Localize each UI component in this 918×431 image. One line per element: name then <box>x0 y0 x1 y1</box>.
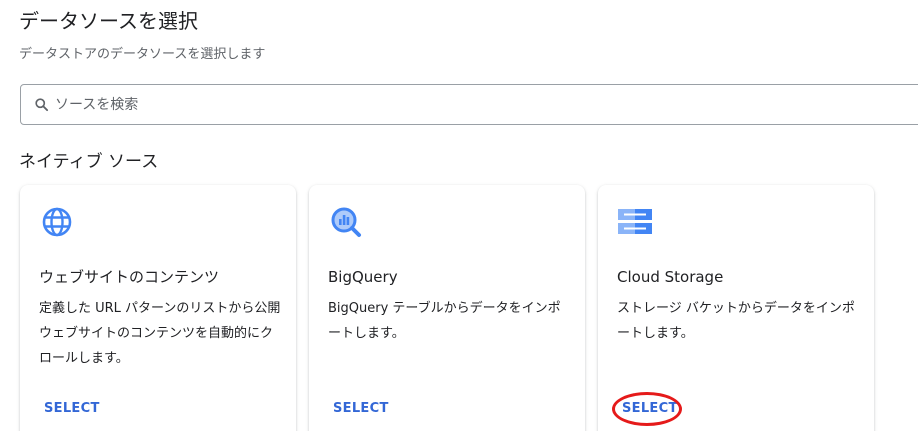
bigquery-card[interactable]: BigQuery BigQuery テーブルからデータをインポートします。 SE… <box>309 185 585 431</box>
cloud-storage-card[interactable]: Cloud Storage ストレージ バケットからデータをインポートします。 … <box>598 185 874 431</box>
card-title: Cloud Storage <box>617 268 724 286</box>
select-bigquery-button[interactable]: SELECT <box>333 399 389 419</box>
section-title: ネイティブ ソース <box>19 152 159 172</box>
search-icon <box>33 97 49 113</box>
search-input[interactable] <box>53 95 857 114</box>
card-title: ウェブサイトのコンテンツ <box>39 268 220 286</box>
card-title: BigQuery <box>328 268 398 286</box>
website-content-card[interactable]: ウェブサイトのコンテンツ 定義した URL パターンのリストから公開ウェブサイト… <box>20 185 296 431</box>
card-description: 定義した URL パターンのリストから公開ウェブサイトのコンテンツを自動的にクロ… <box>39 301 281 366</box>
card-description: ストレージ バケットからデータをインポートします。 <box>617 301 855 341</box>
storage-icon <box>618 205 652 239</box>
page-subtitle: データストアのデータソースを選択します <box>19 47 266 62</box>
page-title: データソースを選択 <box>19 9 198 33</box>
select-cloud-storage-button[interactable]: SELECT <box>622 399 678 419</box>
card-description: BigQuery テーブルからデータをインポートします。 <box>328 301 561 341</box>
search-box[interactable] <box>20 84 918 125</box>
select-website-content-button[interactable]: SELECT <box>44 399 100 419</box>
globe-icon <box>40 205 74 239</box>
data-source-page: データソースを選択 データストアのデータソースを選択します ネイティブ ソース … <box>0 0 918 431</box>
bigquery-icon <box>329 205 363 239</box>
